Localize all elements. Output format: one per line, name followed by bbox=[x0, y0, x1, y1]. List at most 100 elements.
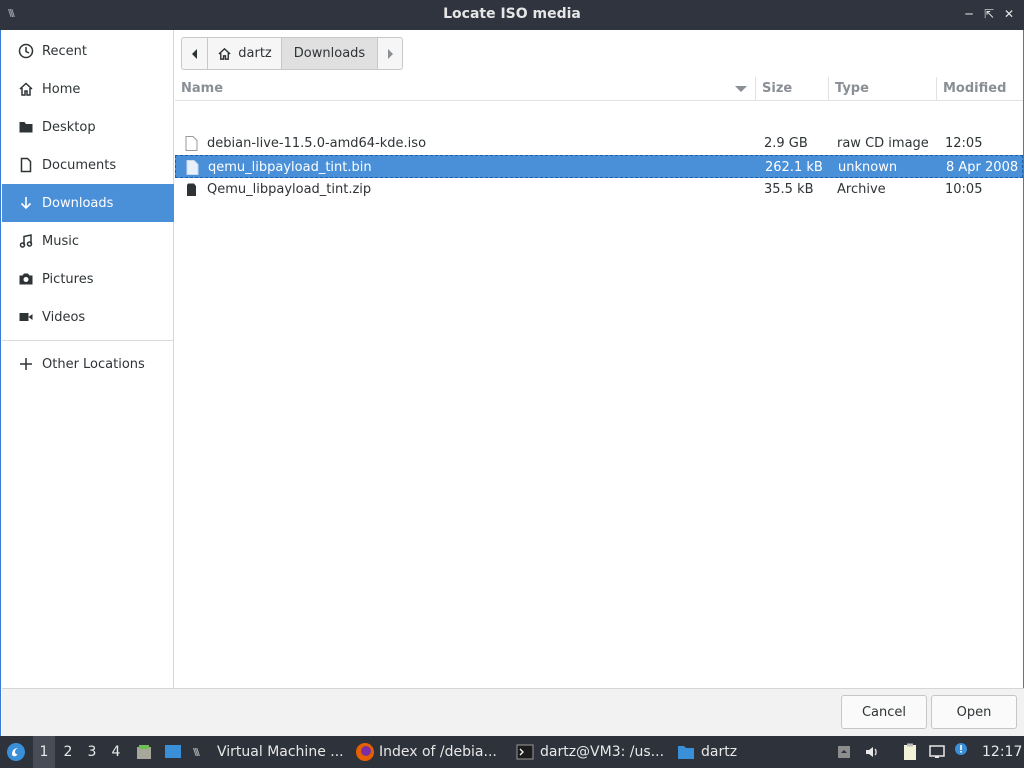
clock-icon bbox=[17, 42, 35, 60]
workspace-1[interactable]: 1 bbox=[33, 736, 55, 768]
maximize-icon[interactable]: ⇱ bbox=[982, 7, 996, 21]
sidebar-item-downloads[interactable]: Downloads bbox=[2, 184, 174, 222]
column-name-label: Name bbox=[181, 81, 224, 96]
clock[interactable]: 12:17 bbox=[982, 736, 1022, 768]
path-current-label: Downloads bbox=[293, 46, 366, 61]
chevron-left-icon bbox=[191, 48, 197, 59]
task-file-manager[interactable]: dartz bbox=[677, 736, 757, 768]
file-name: debian-live-11.5.0-amd64-kde.iso bbox=[207, 136, 427, 151]
path-bar: dartz Downloads bbox=[181, 37, 403, 70]
file-list[interactable]: Name Size Type Modified debian-live-11.5… bbox=[175, 77, 1023, 688]
sidebar-item-videos[interactable]: Videos bbox=[2, 298, 174, 336]
file-manager-launcher[interactable] bbox=[134, 736, 154, 768]
cancel-button[interactable]: Cancel bbox=[841, 695, 927, 729]
column-size-label: Size bbox=[762, 81, 793, 96]
camera-icon bbox=[17, 270, 35, 288]
sidebar-item-label: Recent bbox=[42, 43, 87, 59]
task-firefox[interactable]: Index of /debia... bbox=[355, 736, 505, 768]
show-desktop-button[interactable] bbox=[162, 736, 184, 768]
sidebar-item-label: Videos bbox=[42, 309, 86, 325]
sidebar-item-pictures[interactable]: Pictures bbox=[2, 260, 174, 298]
path-home-button[interactable]: dartz bbox=[208, 38, 282, 69]
file-chooser-dialog: Recent Home Desktop Documents Downloads bbox=[0, 30, 1024, 736]
folder-icon bbox=[17, 118, 35, 136]
path-forward-button[interactable] bbox=[378, 38, 402, 69]
sidebar-item-documents[interactable]: Documents bbox=[2, 146, 174, 184]
file-modified: 8 Apr 2008 bbox=[946, 160, 1019, 175]
column-type-label: Type bbox=[835, 81, 869, 96]
file-icon bbox=[186, 160, 199, 175]
terminal-icon bbox=[516, 744, 534, 760]
plus-icon bbox=[17, 355, 35, 373]
sidebar-item-label: Home bbox=[42, 81, 81, 97]
task-label: Virtual Machine ... bbox=[217, 744, 344, 760]
column-modified-label: Modified bbox=[943, 81, 1007, 96]
table-row[interactable]: debian-live-11.5.0-amd64-kde.iso 2.9 GB … bbox=[175, 132, 1023, 155]
sidebar-item-home[interactable]: Home bbox=[2, 70, 174, 108]
music-icon bbox=[17, 232, 35, 250]
sidebar-item-label: Desktop bbox=[42, 119, 96, 135]
path-back-button[interactable] bbox=[182, 38, 208, 69]
sidebar-item-label: Downloads bbox=[42, 195, 114, 211]
open-button[interactable]: Open bbox=[931, 695, 1017, 729]
file-size: 35.5 kB bbox=[764, 182, 814, 197]
column-header-type[interactable]: Type bbox=[829, 77, 937, 101]
notification-icon[interactable] bbox=[953, 741, 969, 757]
file-icon bbox=[185, 136, 198, 151]
workspace-3[interactable]: 3 bbox=[81, 736, 103, 768]
column-header-name[interactable]: Name bbox=[175, 77, 756, 101]
window-titlebar[interactable]: \\\ Locate ISO media ─ ⇱ ✕ bbox=[0, 0, 1024, 30]
file-type: Archive bbox=[837, 182, 886, 197]
removable-media-icon[interactable] bbox=[836, 744, 852, 760]
column-header-size[interactable]: Size bbox=[756, 77, 829, 101]
home-icon bbox=[218, 47, 231, 60]
virt-manager-icon: \\\ bbox=[193, 746, 200, 758]
sidebar-item-recent[interactable]: Recent bbox=[2, 32, 174, 70]
sort-descending-icon bbox=[735, 86, 747, 92]
chevron-right-icon bbox=[388, 48, 393, 59]
firefox-icon bbox=[356, 743, 374, 761]
task-label: dartz@VM3: /us... bbox=[540, 744, 665, 760]
workspace-2[interactable]: 2 bbox=[57, 736, 79, 768]
file-size: 262.1 kB bbox=[765, 160, 823, 175]
download-icon bbox=[17, 194, 35, 212]
volume-icon[interactable] bbox=[864, 744, 880, 760]
dialog-action-bar: Cancel Open bbox=[2, 688, 1024, 736]
network-icon[interactable] bbox=[929, 744, 945, 760]
table-row[interactable]: Qemu_libpayload_tint.zip 35.5 kB Archive… bbox=[175, 178, 1023, 201]
file-name: Qemu_libpayload_tint.zip bbox=[207, 182, 372, 197]
file-cabinet-icon bbox=[137, 745, 151, 759]
sidebar-item-desktop[interactable]: Desktop bbox=[2, 108, 174, 146]
task-virtual-machine[interactable]: \\\ Virtual Machine ... bbox=[193, 736, 345, 768]
start-menu-button[interactable] bbox=[4, 736, 28, 768]
sidebar-item-label: Other Locations bbox=[42, 356, 145, 372]
file-size: 2.9 GB bbox=[764, 136, 808, 151]
file-name: qemu_libpayload_tint.bin bbox=[208, 160, 372, 175]
sidebar-item-label: Music bbox=[42, 233, 79, 249]
sidebar-item-label: Pictures bbox=[42, 271, 94, 287]
table-row-selected[interactable]: qemu_libpayload_tint.bin 262.1 kB unknow… bbox=[175, 155, 1023, 178]
workspace-4[interactable]: 4 bbox=[105, 736, 127, 768]
clipboard-icon[interactable] bbox=[902, 743, 918, 760]
archive-icon bbox=[187, 183, 196, 196]
taskbar: 1 2 3 4 \\\ Virtual Machine ... Index of… bbox=[0, 736, 1024, 768]
column-header-row: Name Size Type Modified bbox=[175, 77, 1023, 101]
desktop-icon bbox=[165, 745, 181, 758]
video-icon bbox=[17, 308, 35, 326]
window-title: Locate ISO media bbox=[443, 6, 581, 22]
close-icon[interactable]: ✕ bbox=[1002, 7, 1016, 21]
places-sidebar: Recent Home Desktop Documents Downloads bbox=[2, 30, 174, 688]
home-icon bbox=[17, 80, 35, 98]
column-header-modified[interactable]: Modified bbox=[937, 77, 1023, 101]
path-current-button[interactable]: Downloads bbox=[282, 38, 378, 69]
task-terminal[interactable]: dartz@VM3: /us... bbox=[516, 736, 668, 768]
file-type: unknown bbox=[838, 160, 898, 175]
sidebar-divider bbox=[2, 340, 174, 341]
sidebar-item-music[interactable]: Music bbox=[2, 222, 174, 260]
task-label: dartz bbox=[701, 744, 738, 760]
file-modified: 10:05 bbox=[945, 182, 983, 197]
start-menu-icon bbox=[7, 743, 25, 761]
path-home-label: dartz bbox=[238, 46, 272, 61]
minimize-icon[interactable]: ─ bbox=[962, 7, 976, 21]
sidebar-item-other-locations[interactable]: Other Locations bbox=[2, 345, 174, 383]
